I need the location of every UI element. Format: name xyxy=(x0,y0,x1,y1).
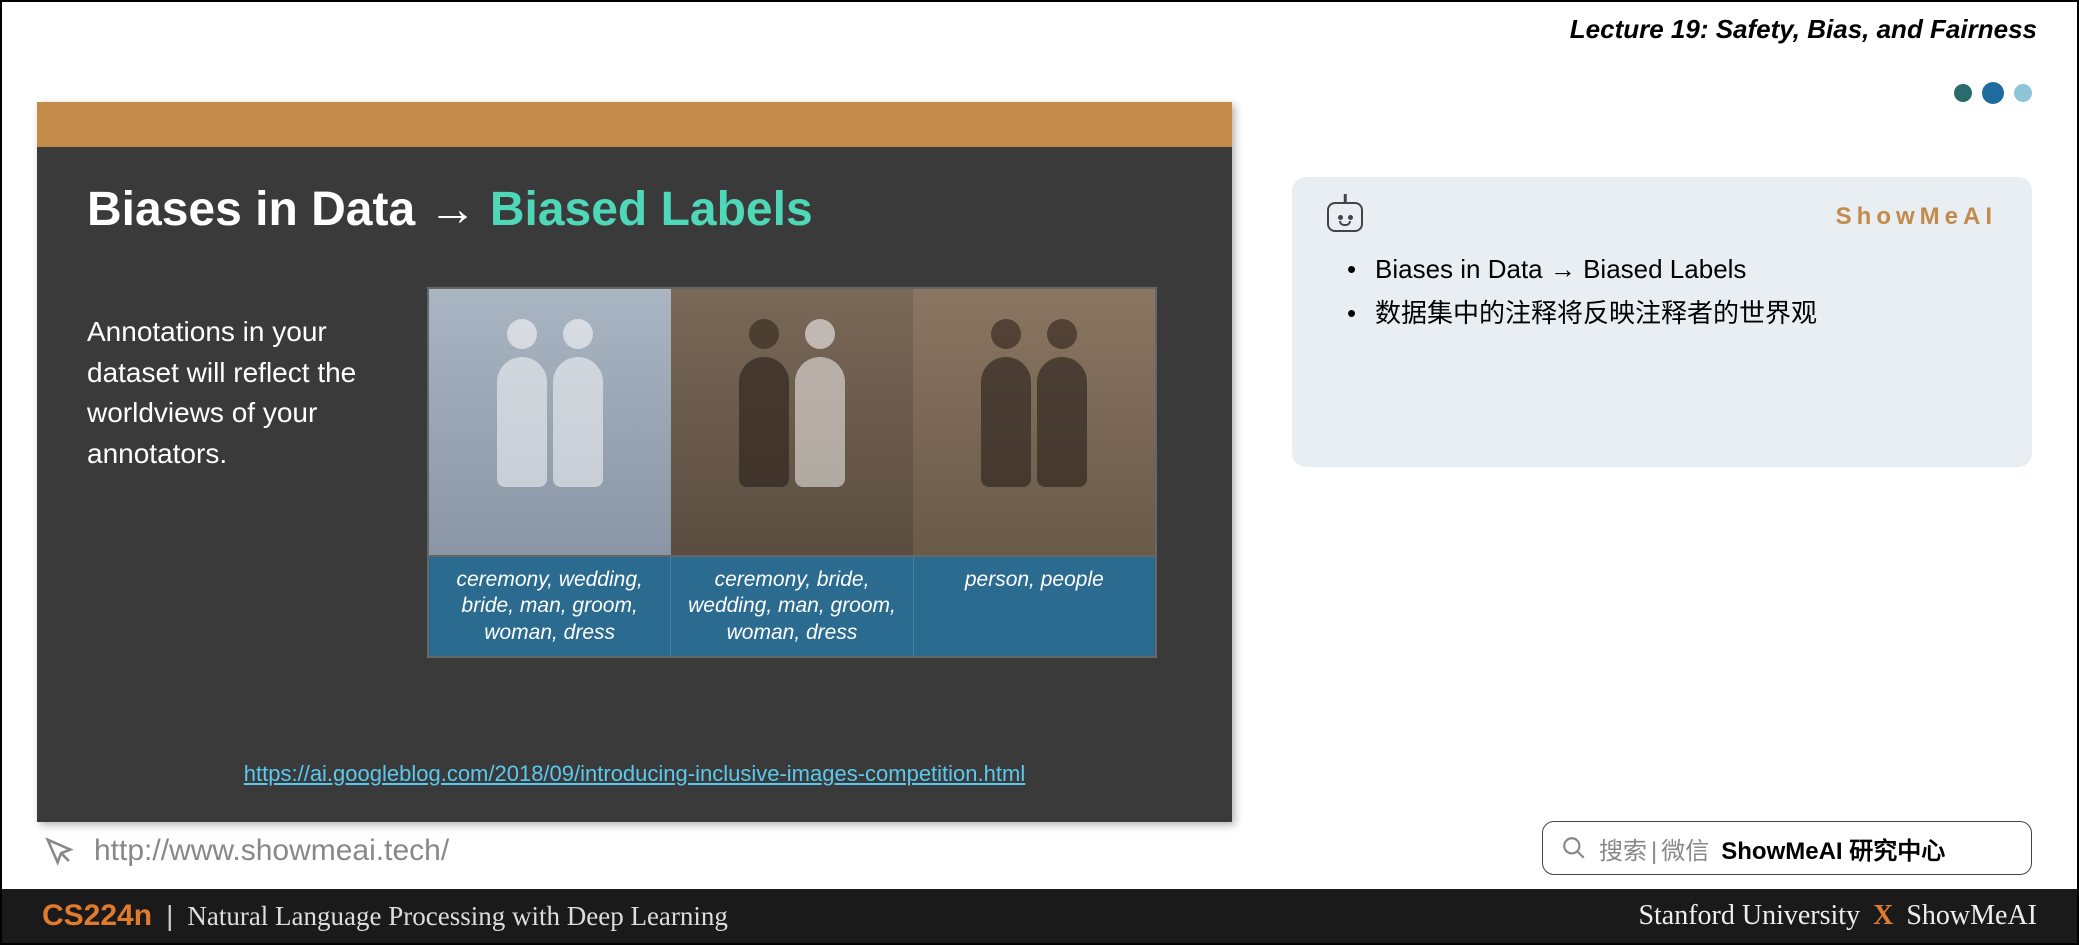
label-cell-3: person, people xyxy=(913,557,1155,656)
footer-url-text: http://www.showmeai.tech/ xyxy=(94,834,449,868)
bottom-left: CS224n | Natural Language Processing wit… xyxy=(42,899,728,933)
notes-item: Biases in Data → Biased Labels xyxy=(1347,247,1997,291)
bottom-bar: CS224n | Natural Language Processing wit… xyxy=(2,889,2077,943)
slide-title: Biases in Data → Biased Labels xyxy=(37,147,1232,267)
slide-body-text: Annotations in your dataset will reflect… xyxy=(87,287,397,658)
dot-icon xyxy=(2014,84,2032,102)
decorative-dots xyxy=(1954,82,2032,104)
example-photo-2 xyxy=(671,289,913,555)
example-photo-3 xyxy=(913,289,1155,555)
photo-row xyxy=(427,287,1157,557)
cursor-icon xyxy=(42,834,76,868)
presentation-slide: Biases in Data → Biased Labels Annotatio… xyxy=(37,102,1232,822)
example-photo-1 xyxy=(429,289,671,555)
course-code: CS224n xyxy=(42,899,152,933)
label-cell-1: ceremony, wedding, bride, man, groom, wo… xyxy=(429,557,670,656)
notes-list: Biases in Data → Biased Labels 数据集中的注释将反… xyxy=(1327,247,1997,335)
robot-icon xyxy=(1327,202,1363,232)
notes-header: ShowMeAI xyxy=(1327,202,1997,232)
label-cell-2: ceremony, bride, wedding, man, groom, wo… xyxy=(670,557,912,656)
slide-accent-bar xyxy=(37,102,1232,147)
label-row: ceremony, wedding, bride, man, groom, wo… xyxy=(427,557,1157,658)
bottom-right: Stanford University X ShowMeAI xyxy=(1638,900,2037,932)
collab-x: X xyxy=(1873,900,1893,931)
course-name: Natural Language Processing with Deep Le… xyxy=(187,901,728,932)
dot-icon xyxy=(1954,84,1972,102)
course-separator: | xyxy=(166,900,173,932)
source-url-link[interactable]: https://ai.googleblog.com/2018/09/introd… xyxy=(244,761,1025,786)
page-frame: Lecture 19: Safety, Bias, and Fairness B… xyxy=(0,0,2079,945)
search-bar[interactable]: 搜索|微信 ShowMeAI 研究中心 xyxy=(1542,821,2032,875)
partner-name: ShowMeAI xyxy=(1906,900,2037,931)
search-icon xyxy=(1561,835,1587,861)
footer-url: http://www.showmeai.tech/ xyxy=(42,834,449,868)
slide-figure: ceremony, wedding, bride, man, groom, wo… xyxy=(427,287,1157,658)
dot-icon xyxy=(1982,82,2004,104)
notes-panel: ShowMeAI Biases in Data → Biased Labels … xyxy=(1292,177,2032,467)
search-hint: 搜索|微信 xyxy=(1599,831,1709,866)
university-name: Stanford University xyxy=(1638,900,1860,931)
lecture-title: Lecture 19: Safety, Bias, and Fairness xyxy=(1570,14,2037,45)
slide-title-part1: Biases in Data → xyxy=(87,183,490,236)
notes-brand-label: ShowMeAI xyxy=(1836,203,1997,231)
notes-item: 数据集中的注释将反映注释者的世界观 xyxy=(1347,291,1997,335)
slide-source-link: https://ai.googleblog.com/2018/09/introd… xyxy=(37,761,1232,787)
search-brand: ShowMeAI 研究中心 xyxy=(1721,831,1945,866)
slide-body: Annotations in your dataset will reflect… xyxy=(37,267,1232,658)
slide-title-part2: Biased Labels xyxy=(490,183,813,236)
